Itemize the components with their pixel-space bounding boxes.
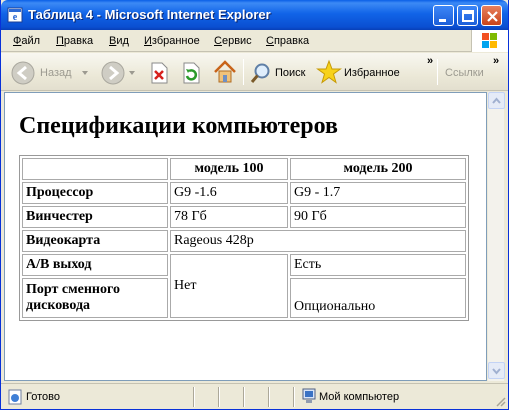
column-header-model-100: модель 100 (170, 158, 288, 180)
status-text: Готово (26, 391, 60, 403)
table-row: Видеокарта Rageous 428p (22, 230, 466, 252)
cell-av-model-200: Есть (290, 254, 466, 276)
security-zone: Мой компьютер (319, 391, 400, 403)
status-separator (268, 387, 270, 407)
cell-cpu-model-200: G9 - 1.7 (290, 182, 466, 204)
back-dropdown-icon[interactable] (81, 68, 89, 80)
links-label[interactable]: Ссылки (445, 67, 484, 79)
status-separator (243, 387, 245, 407)
row-header-cpu: Процессор (22, 182, 168, 204)
scroll-down-icon (492, 368, 501, 375)
page-viewport[interactable]: Спецификации компьютеров модель 100 моде… (4, 92, 487, 381)
windows-flag-icon (482, 33, 497, 48)
search-icon (250, 63, 270, 83)
menu-file[interactable]: Файл (13, 35, 40, 47)
stop-button[interactable] (149, 62, 169, 87)
back-label[interactable]: Назад (40, 67, 72, 79)
scroll-up-button[interactable] (488, 92, 505, 109)
scroll-up-icon (492, 97, 501, 104)
search-button[interactable] (249, 61, 273, 88)
forward-button[interactable] (101, 61, 125, 88)
menu-bar: Файл Правка Вид Избранное Сервис Справка (1, 30, 508, 52)
svg-text:e: e (13, 12, 18, 23)
menu-favorites[interactable]: Избранное (144, 35, 200, 47)
windows-logo (471, 30, 508, 52)
minimize-button[interactable] (433, 5, 454, 26)
cell-av-floppy-model-100: Нет (170, 254, 288, 318)
cell-hdd-model-200: 90 Гб (290, 206, 466, 228)
back-arrow-icon (11, 61, 35, 85)
favorites-star-icon (315, 59, 343, 84)
toolbar: Назад Поиск Избранное » Ссылки » (1, 53, 508, 91)
refresh-icon (183, 62, 200, 84)
close-icon (487, 11, 498, 22)
search-label[interactable]: Поиск (275, 67, 305, 79)
favorites-button[interactable] (315, 59, 343, 88)
close-button[interactable] (481, 5, 502, 26)
ie-icon: e (7, 7, 23, 23)
menu-tools[interactable]: Сервис (214, 35, 252, 47)
row-header-video: Видеокарта (22, 230, 168, 252)
table-row: Процессор G9 -1.6 G9 - 1.7 (22, 182, 466, 204)
page-done-icon (7, 389, 23, 408)
vertical-scrollbar[interactable] (487, 92, 505, 381)
stop-icon (151, 62, 168, 84)
table-row: A/B выход Нет Есть (22, 254, 466, 318)
home-icon (214, 60, 236, 83)
status-separator (293, 387, 295, 407)
toolbar-separator (243, 59, 244, 85)
table-corner-cell (22, 158, 168, 180)
home-button[interactable] (212, 59, 238, 88)
menu-help[interactable]: Справка (266, 35, 309, 47)
maximize-button[interactable] (457, 5, 478, 26)
column-header-model-200: модель 200 (290, 158, 466, 180)
back-button[interactable] (11, 61, 35, 88)
row-header-hdd: Винчестер (22, 206, 168, 228)
status-separator (218, 387, 220, 407)
menu-view[interactable]: Вид (109, 35, 129, 47)
resize-grip-icon[interactable] (495, 396, 507, 410)
links-chevron[interactable]: » (493, 55, 499, 67)
refresh-button[interactable] (181, 62, 201, 87)
links-separator (437, 59, 438, 85)
minimize-icon (439, 19, 446, 22)
spec-table: модель 100 модель 200 Процессор G9 -1.6 … (19, 155, 469, 321)
window-title: Таблица 4 - Microsoft Internet Explorer (28, 7, 271, 22)
row-header-floppy: Порт сменного дисковода (22, 278, 168, 318)
my-computer-icon (301, 388, 317, 408)
menu-edit[interactable]: Правка (56, 35, 93, 47)
cell-video-both-models: Rageous 428p (170, 230, 466, 252)
forward-dropdown-icon[interactable] (128, 68, 136, 80)
cell-floppy-model-200: Опционально (290, 278, 466, 318)
title-bar[interactable]: e Таблица 4 - Microsoft Internet Explore… (1, 0, 508, 30)
toolbar-chevron[interactable]: » (427, 55, 433, 67)
row-header-av: A/B выход (22, 254, 168, 276)
status-separator (193, 387, 195, 407)
browser-window: e Таблица 4 - Microsoft Internet Explore… (0, 0, 509, 410)
cell-hdd-model-100: 78 Гб (170, 206, 288, 228)
scroll-down-button[interactable] (488, 362, 505, 379)
table-row: Винчестер 78 Гб 90 Гб (22, 206, 466, 228)
maximize-icon (462, 10, 474, 22)
status-bar: Готово Мой компьютер (1, 383, 508, 409)
forward-arrow-icon (101, 61, 125, 85)
favorites-label[interactable]: Избранное (344, 67, 400, 79)
cell-cpu-model-100: G9 -1.6 (170, 182, 288, 204)
page-heading: Спецификации компьютеров (19, 113, 338, 139)
table-header-row: модель 100 модель 200 (22, 158, 466, 180)
